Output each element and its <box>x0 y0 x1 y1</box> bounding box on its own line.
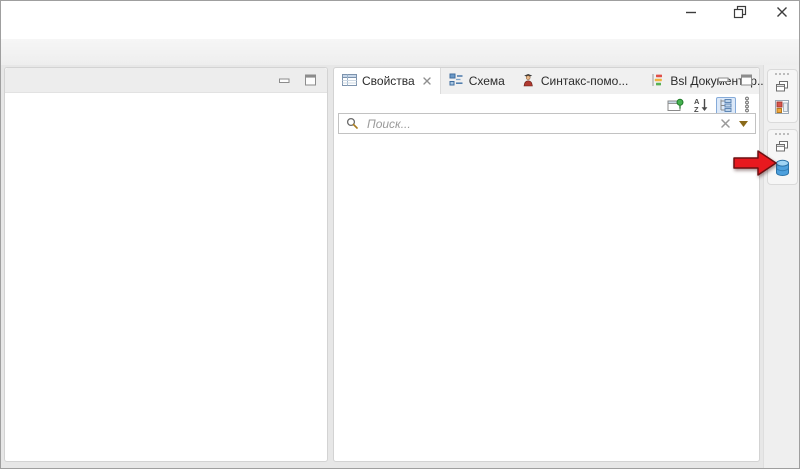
search-icon <box>344 117 361 130</box>
search-box <box>338 113 756 134</box>
forms-view-button[interactable] <box>771 98 793 118</box>
tab-label: Синтакс-помо... <box>541 74 629 88</box>
search-dropdown-icon[interactable] <box>737 121 750 127</box>
svg-text:Z: Z <box>694 105 699 113</box>
editor-area-header <box>5 68 327 93</box>
properties-view-body <box>334 135 759 461</box>
close-tab-icon[interactable] <box>422 76 432 86</box>
window-close-button[interactable] <box>767 2 797 24</box>
drag-handle[interactable] <box>775 133 789 135</box>
bsl-documentation-icon <box>650 73 665 90</box>
drag-handle[interactable] <box>775 73 789 75</box>
tab-label: Свойства <box>362 74 415 88</box>
panel-maximize-button[interactable] <box>739 73 753 86</box>
syntax-assistant-icon <box>521 73 536 90</box>
view-header-buttons <box>716 73 753 86</box>
main-toolbar: 1С <box>1 39 799 65</box>
properties-table-icon <box>342 73 357 90</box>
tab-schema[interactable]: Схема <box>441 68 513 94</box>
restore-views-button[interactable] <box>771 78 793 98</box>
clear-search-icon[interactable] <box>718 118 733 129</box>
right-trim-bar <box>763 65 800 469</box>
minimize-icon <box>685 6 697 21</box>
properties-view-panel: Свойства Схема <box>333 67 760 462</box>
ide-window: 1С <box>0 0 800 469</box>
tab-label: Схема <box>469 74 505 88</box>
minimized-view-stack-top <box>767 69 798 123</box>
restore-views-icon <box>775 80 789 96</box>
view-tab-bar: Свойства Схема <box>334 68 759 94</box>
editor-area-panel <box>4 67 328 462</box>
forms-view-icon <box>774 99 790 118</box>
red-arrow-annotation <box>733 148 779 181</box>
tab-bsl-documentation[interactable]: Bsl Документир... <box>642 68 775 94</box>
restore-icon <box>733 5 747 22</box>
panel-minimize-button[interactable] <box>716 73 730 86</box>
tab-syntax-assistant[interactable]: Синтакс-помо... <box>513 68 637 94</box>
title-bar <box>1 1 799 39</box>
panel-maximize-button[interactable] <box>303 74 317 87</box>
window-restore-button[interactable] <box>725 2 755 24</box>
panel-minimize-button[interactable] <box>277 74 291 87</box>
window-minimize-button[interactable] <box>676 2 706 24</box>
search-input[interactable] <box>365 116 714 132</box>
tab-properties[interactable]: Свойства <box>334 68 441 94</box>
schema-icon <box>449 73 464 90</box>
close-icon <box>776 6 788 21</box>
